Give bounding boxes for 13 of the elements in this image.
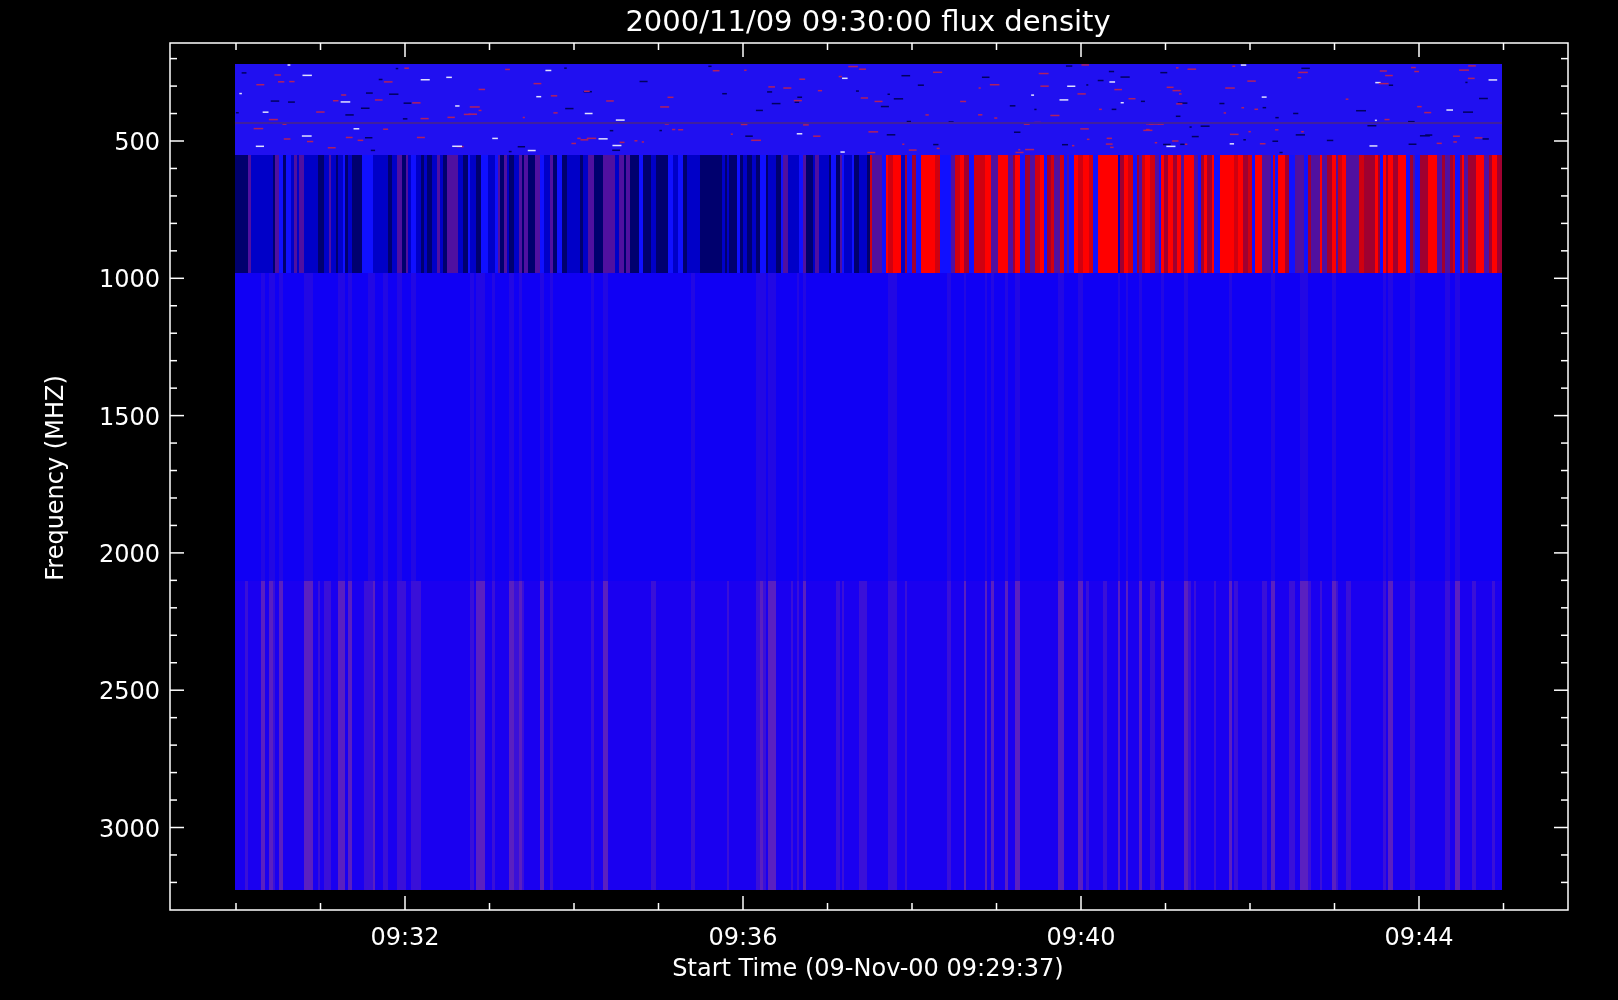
x-tick-label: 09:36 <box>708 923 778 951</box>
y-tick-label: 2500 <box>98 677 160 706</box>
y-axis-label: Frequency (MHZ) <box>41 375 69 581</box>
y-tick-label: 2000 <box>98 539 160 568</box>
x-tick-label: 09:44 <box>1384 923 1454 951</box>
y-tick-label: 1500 <box>98 402 160 431</box>
y-tick-label: 3000 <box>98 814 160 843</box>
x-axis-label: Start Time (09-Nov-00 09:29:37) <box>672 954 1064 982</box>
y-tick-label: 1000 <box>98 265 160 294</box>
y-tick-label: 500 <box>114 128 160 156</box>
x-tick-label: 09:32 <box>370 923 440 951</box>
plot-title: 2000/11/09 09:30:00 flux density <box>625 4 1111 38</box>
x-tick-label: 09:40 <box>1046 923 1116 951</box>
